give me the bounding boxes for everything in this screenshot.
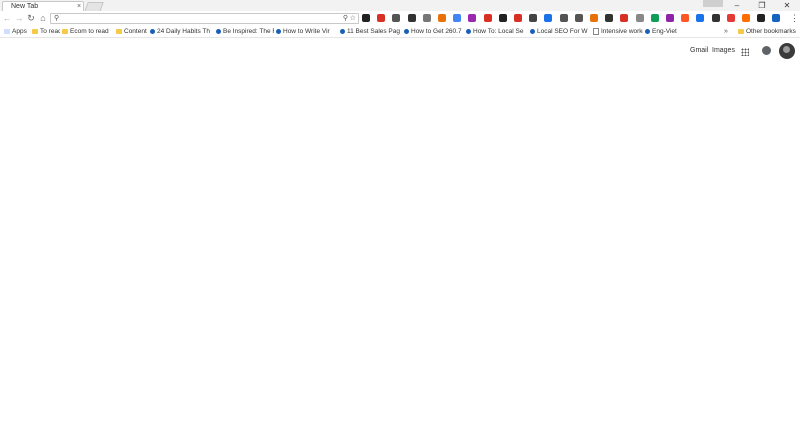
extension-icon[interactable]	[453, 14, 462, 22]
tab-close-icon[interactable]: ×	[77, 2, 81, 11]
minimize-button[interactable]: –	[726, 0, 748, 11]
folder-icon	[738, 28, 744, 34]
bookmark-item[interactable]: Intensive workou	[593, 27, 643, 36]
site-icon	[340, 28, 345, 34]
bookmark-label: To read	[40, 28, 60, 35]
bookmark-item[interactable]: How to Write Vir	[276, 27, 338, 36]
doc-icon	[593, 27, 599, 35]
bookmark-label: Be Inspired: The F	[223, 28, 274, 35]
extension-icon[interactable]	[407, 14, 416, 22]
extension-icon[interactable]	[544, 14, 553, 22]
bookmark-label: How to Get 260.7	[411, 28, 462, 35]
bookmark-label: 11 Best Sales Pag	[347, 28, 400, 35]
bookmark-star-icon[interactable]: ☆	[350, 14, 356, 23]
extension-icon[interactable]	[392, 14, 401, 22]
folder-icon	[32, 28, 38, 34]
extension-icon[interactable]	[574, 14, 583, 22]
extension-icon[interactable]	[559, 14, 568, 22]
extension-icon[interactable]	[620, 14, 629, 22]
tab-title: New Tab	[11, 3, 39, 10]
bookmark-item[interactable]: To read	[32, 27, 60, 36]
menu-icon[interactable]: ⋮	[790, 13, 799, 23]
bookmark-item[interactable]: Ecom to read	[62, 27, 114, 36]
reload-button[interactable]: ↻	[26, 13, 36, 23]
extension-icon[interactable]	[605, 14, 614, 22]
toolbar: ← → ↻ ⌂ ⚲ ⚲ ☆ ⋮	[0, 11, 800, 27]
folder-icon	[62, 28, 68, 34]
bookmarks-bar: Apps To read Ecom to read Content 24 Daily H…	[0, 26, 800, 38]
close-window-button[interactable]: ✕	[776, 0, 798, 11]
apps-grid-icon	[4, 28, 10, 34]
bookmark-label: Local SEO For W	[537, 28, 588, 35]
profile-chip[interactable]	[703, 0, 723, 7]
bookmark-label: 24 Daily Habits Th	[157, 28, 210, 35]
notifications-icon[interactable]	[762, 46, 771, 55]
extension-icon[interactable]	[468, 14, 477, 22]
bookmark-label: Eng-Viet	[652, 28, 677, 35]
bookmark-label: Content	[124, 28, 147, 35]
extension-icon[interactable]	[696, 14, 705, 22]
gmail-link[interactable]: Gmail	[690, 46, 708, 55]
extension-icon[interactable]	[590, 14, 598, 22]
bookmark-item[interactable]: Be Inspired: The F	[216, 27, 274, 36]
back-button[interactable]: ←	[2, 13, 12, 23]
bookmark-label: How To: Local Se	[473, 28, 524, 35]
extension-icon[interactable]	[772, 14, 781, 22]
extension-icon[interactable]	[666, 14, 674, 22]
extension-icon[interactable]	[377, 14, 386, 22]
extension-icon[interactable]	[742, 14, 750, 22]
bookmark-item[interactable]: Eng-Viet	[645, 27, 685, 36]
bookmark-item[interactable]: Content	[116, 27, 148, 36]
other-bookmarks[interactable]: Other bookmarks	[738, 27, 796, 36]
zoom-icon[interactable]: ⚲	[343, 14, 348, 23]
home-button[interactable]: ⌂	[38, 13, 48, 23]
google-icon	[645, 28, 650, 34]
bookmark-label: How to Write Vir	[283, 28, 330, 35]
bookmarks-overflow-icon[interactable]: »	[724, 27, 728, 36]
extension-icon[interactable]	[438, 14, 446, 22]
bookmark-label: Apps	[12, 28, 27, 35]
extension-icon[interactable]	[483, 14, 492, 22]
site-icon	[216, 28, 221, 34]
forward-button[interactable]: →	[14, 13, 24, 23]
extension-icon[interactable]	[711, 14, 720, 22]
bookmark-item[interactable]: 24 Daily Habits Th	[150, 27, 214, 36]
search-icon: ⚲	[54, 15, 60, 22]
images-link[interactable]: Images	[712, 46, 735, 55]
extension-icon[interactable]	[514, 14, 522, 22]
extension-icon[interactable]	[726, 14, 735, 22]
extension-icon[interactable]	[529, 14, 538, 22]
extension-icon[interactable]	[422, 14, 431, 22]
extension-icon[interactable]	[635, 14, 644, 22]
extension-icon[interactable]	[757, 14, 766, 22]
bookmark-item[interactable]: 11 Best Sales Pag	[340, 27, 402, 36]
extension-icon[interactable]	[362, 14, 370, 22]
extension-icon[interactable]	[650, 14, 659, 22]
google-apps-icon[interactable]	[741, 48, 749, 56]
address-input[interactable]	[63, 14, 333, 23]
site-icon	[530, 28, 535, 34]
site-icon	[404, 28, 409, 34]
tab-strip: New Tab × – ❐ ✕	[0, 0, 800, 12]
site-icon	[150, 28, 155, 34]
bookmark-label: Intensive workou	[601, 28, 643, 35]
extension-icon[interactable]	[498, 14, 507, 22]
site-icon	[276, 28, 281, 34]
bookmark-item[interactable]: How To: Local Se	[466, 27, 528, 36]
extension-icon[interactable]	[681, 14, 690, 22]
bookmark-item[interactable]: How to Get 260.7	[404, 27, 464, 36]
folder-icon	[116, 28, 122, 34]
omnibox[interactable]: ⚲ ⚲ ☆	[50, 13, 359, 24]
site-icon	[466, 28, 471, 34]
bookmark-label: Ecom to read	[70, 28, 109, 35]
avatar[interactable]	[779, 43, 795, 59]
bookmark-item[interactable]: Local SEO For W	[530, 27, 590, 36]
restore-button[interactable]: ❐	[751, 0, 773, 11]
bookmark-item[interactable]: Apps	[4, 27, 30, 36]
